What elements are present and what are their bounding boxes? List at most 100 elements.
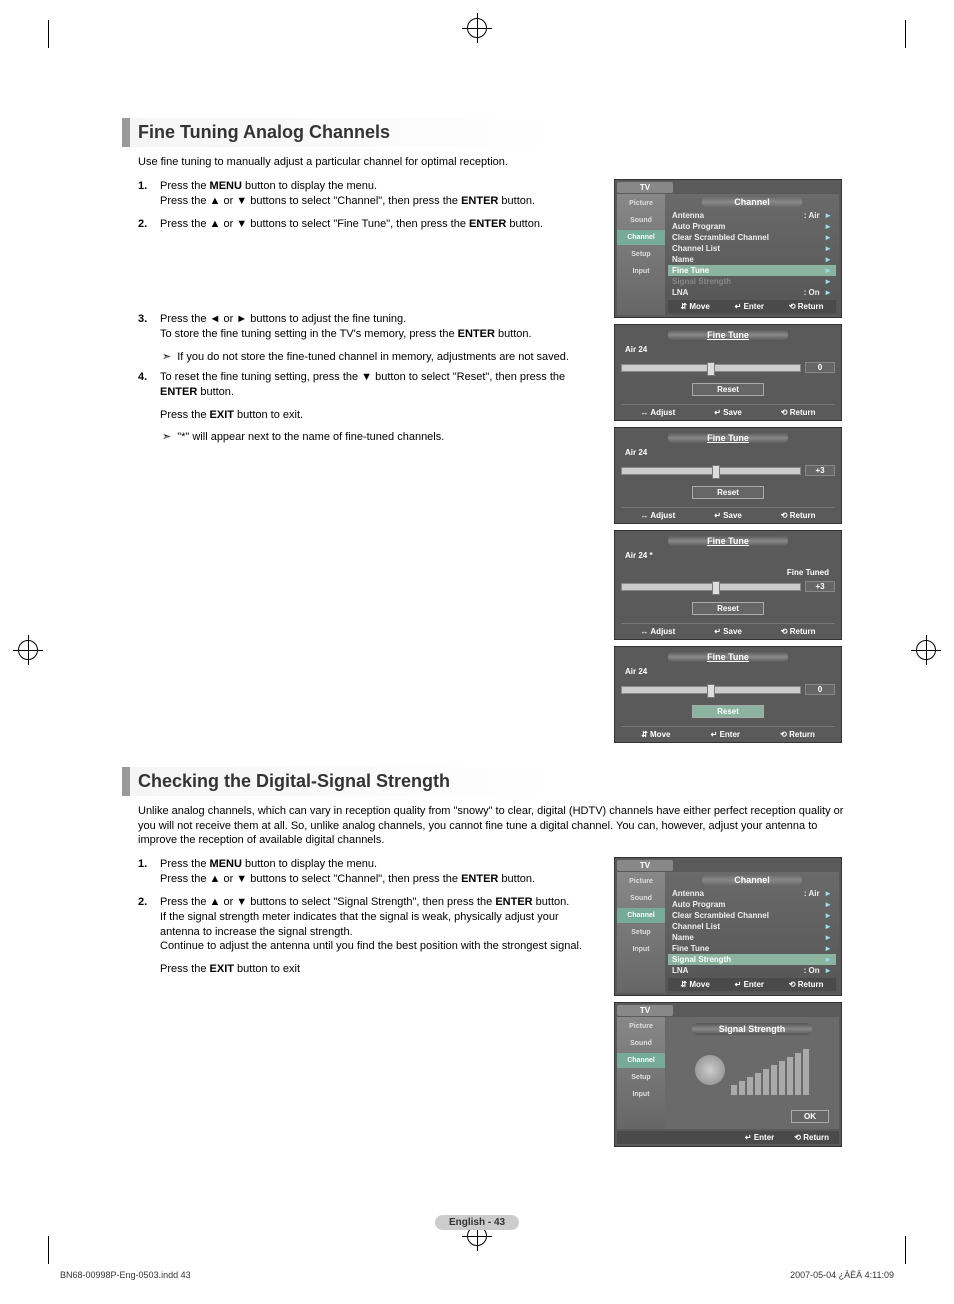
sidebar-item-sound: Sound — [617, 213, 665, 228]
osd-row-disabled: Signal Strength► — [668, 276, 836, 287]
ft-channel: Air 24 — [625, 667, 835, 676]
osd-row: LNA: On ► — [668, 965, 836, 976]
intro-text: Use fine tuning to manually adjust a par… — [138, 155, 844, 169]
osd-row: Auto Program► — [668, 899, 836, 910]
ft-title: Fine Tune — [668, 329, 788, 341]
osd-row-highlighted: Fine Tune► — [668, 265, 836, 276]
sidebar-item-picture: Picture — [617, 1019, 665, 1034]
step-body: Press the ▲ or ▼ buttons to select "Sign… — [160, 895, 598, 954]
doc-footer-left: BN68-00998P-Eng-0503.indd 43 — [60, 1270, 191, 1280]
sidebar-item-setup: Setup — [617, 247, 665, 262]
sidebar-item-input: Input — [617, 1087, 665, 1102]
sidebar-item-channel: Channel — [617, 908, 665, 923]
registration-mark-icon — [916, 640, 936, 660]
ft-footer: ↔ Adjust ↵ Save ⟲ Return — [621, 507, 835, 521]
osd-title: Channel — [702, 874, 802, 886]
osd-sidebar: Picture Sound Channel Setup Input — [617, 194, 665, 315]
ok-button: OK — [791, 1110, 829, 1123]
ft-channel: Air 24 * — [625, 551, 835, 560]
osd-fine-tune: Fine Tune Air 24 0 Reset ⇵ Move ↵ Enter … — [614, 646, 842, 743]
reset-button: Reset — [692, 705, 764, 718]
osd-footer: Enter Return — [617, 1131, 839, 1144]
reset-button: Reset — [692, 602, 764, 615]
osd-sidebar: Picture Sound Channel Setup Input — [617, 872, 665, 993]
sidebar-item-channel: Channel — [617, 1053, 665, 1068]
step-body: Press the ▲ or ▼ buttons to select "Fine… — [160, 217, 598, 232]
ft-slider: 0 — [621, 684, 835, 695]
step: 2. Press the ▲ or ▼ buttons to select "F… — [138, 217, 598, 232]
osd-title: Channel — [702, 196, 802, 208]
sidebar-item-sound: Sound — [617, 891, 665, 906]
osd-footer: Move Enter Return — [668, 300, 836, 313]
crop-mark — [48, 1236, 49, 1264]
note: ➣ If you do not store the fine-tuned cha… — [162, 350, 598, 364]
section-title: Fine Tuning Analog Channels — [122, 118, 844, 147]
ft-title: Fine Tune — [668, 535, 788, 547]
sidebar-item-input: Input — [617, 264, 665, 279]
sidebar-item-channel: Channel — [617, 230, 665, 245]
note: ➣ "*" will appear next to the name of fi… — [162, 430, 598, 444]
osd-channel-menu: TV Picture Sound Channel Setup Input Cha… — [614, 857, 842, 996]
note-text: If you do not store the fine-tuned chann… — [177, 350, 569, 364]
note-arrow-icon: ➣ — [162, 350, 171, 364]
step-number: 3. — [138, 312, 152, 342]
reset-button: Reset — [692, 486, 764, 499]
osd-row: Channel List► — [668, 243, 836, 254]
note-arrow-icon: ➣ — [162, 430, 171, 444]
ft-footer: ⇵ Move ↵ Enter ⟲ Return — [621, 726, 835, 740]
reset-button: Reset — [692, 383, 764, 396]
step-number: 2. — [138, 895, 152, 954]
osd-sidebar: Picture Sound Channel Setup Input — [617, 1017, 665, 1129]
ft-title: Fine Tune — [668, 651, 788, 663]
tv-label: TV — [617, 860, 673, 871]
ft-slider: 0 — [621, 362, 835, 373]
osd-row: Antenna: Air ► — [668, 210, 836, 221]
ss-title: Signal Strength — [692, 1023, 812, 1035]
intro-text: Unlike analog channels, which can vary i… — [138, 804, 844, 847]
step: Press the EXIT button to exit — [138, 962, 598, 977]
sidebar-item-setup: Setup — [617, 925, 665, 940]
sidebar-item-picture: Picture — [617, 874, 665, 889]
osd-fine-tune: Fine Tune Air 24 * Fine Tuned +3 Reset ↔… — [614, 530, 842, 640]
sidebar-item-setup: Setup — [617, 1070, 665, 1085]
osd-row: Fine Tune► — [668, 943, 836, 954]
ft-value: 0 — [805, 684, 835, 695]
step: 4. To reset the fine tuning setting, pre… — [138, 370, 598, 400]
step-body: To reset the fine tuning setting, press … — [160, 370, 598, 400]
note-text: "*" will appear next to the name of fine… — [177, 430, 444, 444]
osd-fine-tune: Fine Tune Air 24 0 Reset ↔ Adjust ↵ Save… — [614, 324, 842, 421]
step: 1. Press the MENU button to display the … — [138, 857, 598, 887]
section-title: Checking the Digital-Signal Strength — [122, 767, 844, 796]
ft-value: +3 — [805, 465, 835, 476]
osd-row: Auto Program► — [668, 221, 836, 232]
step-number: 1. — [138, 179, 152, 209]
crop-mark — [905, 20, 906, 48]
step-body: Press the EXIT button to exit. — [160, 408, 598, 423]
step-body: Press the EXIT button to exit — [160, 962, 598, 977]
osd-row-highlighted: Signal Strength► — [668, 954, 836, 965]
step: 1. Press the MENU button to display the … — [138, 179, 598, 209]
step: 2. Press the ▲ or ▼ buttons to select "S… — [138, 895, 598, 954]
doc-footer-right: 2007-05-04 ¿ÀÈÄ 4:11:09 — [790, 1270, 894, 1280]
ft-slider: +3 — [621, 465, 835, 476]
crop-mark — [905, 1236, 906, 1264]
tv-label: TV — [617, 1005, 673, 1016]
ft-channel: Air 24 — [625, 448, 835, 457]
step-number: 2. — [138, 217, 152, 232]
dish-icon — [695, 1055, 725, 1085]
page-number: English - 43 — [435, 1215, 519, 1230]
signal-graphic — [671, 1045, 833, 1095]
osd-row: Channel List► — [668, 921, 836, 932]
sidebar-item-input: Input — [617, 942, 665, 957]
osd-row: Antenna: Air ► — [668, 888, 836, 899]
registration-mark-icon — [467, 18, 487, 38]
osd-footer: Move Enter Return — [668, 978, 836, 991]
osd-row: Clear Scrambled Channel► — [668, 232, 836, 243]
doc-footer: BN68-00998P-Eng-0503.indd 43 2007-05-04 … — [60, 1270, 894, 1280]
osd-row: Name► — [668, 254, 836, 265]
osd-channel-menu: TV Picture Sound Channel Setup Input Cha… — [614, 179, 842, 318]
tv-label: TV — [617, 182, 673, 193]
osd-row: Clear Scrambled Channel► — [668, 910, 836, 921]
ft-channel: Air 24 — [625, 345, 835, 354]
registration-mark-icon — [18, 640, 38, 660]
